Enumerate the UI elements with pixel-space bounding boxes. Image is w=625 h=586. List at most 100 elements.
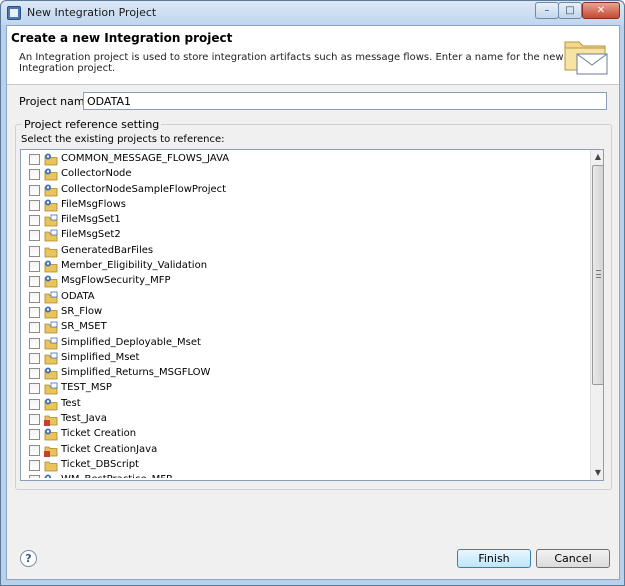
list-item-label: Simplified_Returns_MSGFLOW xyxy=(61,367,211,379)
list-item-label: Ticket_DBScript xyxy=(61,458,139,470)
reference-checkbox[interactable] xyxy=(29,429,40,441)
reference-checkbox[interactable] xyxy=(29,337,40,349)
reference-checkbox[interactable] xyxy=(29,199,40,211)
app-icon xyxy=(7,6,21,20)
list-item[interactable]: MsgFlowSecurity_MFP xyxy=(21,274,587,289)
reference-checkbox[interactable] xyxy=(29,261,40,273)
list-item[interactable]: FileMsgSet1 xyxy=(21,213,587,228)
scroll-down-arrow[interactable]: ▼ xyxy=(591,466,603,480)
list-item-label: Ticket CreationJava xyxy=(61,443,158,455)
reference-checkbox[interactable] xyxy=(29,230,40,242)
reference-checkbox[interactable] xyxy=(29,154,40,165)
wizard-header: Create a new Integration project An Inte… xyxy=(7,26,619,85)
integration-project-icon xyxy=(44,398,58,411)
envelope-folder-icon xyxy=(564,41,608,75)
java-project-icon xyxy=(44,446,58,457)
folder-icon xyxy=(44,247,58,258)
list-item[interactable]: Test xyxy=(21,397,587,412)
list-item-label: FileMsgFlows xyxy=(61,198,126,210)
message-set-project-icon xyxy=(44,321,58,334)
wizard-title: Create a new Integration project xyxy=(11,31,233,45)
list-item[interactable]: TEST_MSP xyxy=(21,381,587,396)
message-set-project-icon xyxy=(44,337,58,349)
reference-checkbox[interactable] xyxy=(29,444,40,456)
list-item[interactable]: Simplified_Deployable_Mset xyxy=(21,336,587,351)
list-item[interactable]: Simplified_Returns_MSGFLOW xyxy=(21,366,587,381)
list-item[interactable]: Simplified_Mset xyxy=(21,351,587,366)
list-item-label: Ticket Creation xyxy=(61,428,137,440)
list-item[interactable]: COMMON_MESSAGE_FLOWS_JAVA xyxy=(21,152,587,167)
reference-checkbox[interactable] xyxy=(29,368,40,380)
list-item[interactable]: ODATA xyxy=(21,290,587,305)
reference-checkbox[interactable] xyxy=(29,184,40,196)
project-reference-legend: Project reference setting xyxy=(22,118,162,131)
list-item-label: GeneratedBarFiles xyxy=(61,244,154,256)
project-reference-instruction: Select the existing projects to referenc… xyxy=(21,134,225,145)
reference-checkbox[interactable] xyxy=(29,383,40,395)
reference-checkbox[interactable] xyxy=(29,306,40,318)
reference-checkbox[interactable] xyxy=(29,459,40,471)
minimize-button[interactable]: – xyxy=(535,2,559,19)
list-item-label: SR_Flow xyxy=(61,305,103,317)
list-item-label: Member_Eligibility_Validation xyxy=(61,260,208,272)
reference-checkbox[interactable] xyxy=(29,322,40,334)
list-item-label: TEST_MSP xyxy=(61,382,112,394)
title-bar[interactable]: New Integration Project – □ ✕ xyxy=(1,1,624,25)
integration-project-icon xyxy=(44,199,58,212)
list-item[interactable]: CollectorNodeSampleFlowProject xyxy=(21,183,587,198)
list-item[interactable]: Ticket Creation xyxy=(21,427,587,442)
integration-project-icon xyxy=(44,184,58,196)
reference-checkbox[interactable] xyxy=(29,245,40,257)
list-item-label: Simplified_Deployable_Mset xyxy=(61,336,201,348)
integration-project-icon xyxy=(44,474,51,478)
list-item-label: Test xyxy=(61,397,81,409)
window-title: New Integration Project xyxy=(27,6,157,19)
list-item-label: CollectorNodeSampleFlowProject xyxy=(61,183,227,195)
reference-checkbox[interactable] xyxy=(29,169,40,181)
scroll-up-arrow[interactable]: ▲ xyxy=(591,150,603,164)
maximize-button[interactable]: □ xyxy=(558,2,582,19)
message-set-project-icon xyxy=(44,383,58,395)
project-name-input[interactable] xyxy=(83,92,607,110)
list-item-label: Simplified_Mset xyxy=(61,351,140,363)
reference-checkbox[interactable] xyxy=(29,276,40,288)
reference-checkbox[interactable] xyxy=(29,215,40,227)
list-item[interactable]: FileMsgFlows xyxy=(21,198,587,213)
list-item[interactable]: Member_Eligibility_Validation xyxy=(21,259,587,274)
list-item-label: CollectorNode xyxy=(61,168,132,180)
list-item-label: Test_Java xyxy=(61,413,107,425)
cancel-button[interactable]: Cancel xyxy=(536,549,610,568)
java-project-icon xyxy=(44,415,58,427)
list-item[interactable]: Test_Java xyxy=(21,412,587,427)
vertical-scrollbar[interactable]: ▲ ▼ xyxy=(590,150,603,480)
list-item[interactable]: FileMsgSet2 xyxy=(21,228,587,243)
integration-project-icon xyxy=(44,275,58,288)
finish-button[interactable]: Finish xyxy=(457,549,531,568)
message-set-project-icon xyxy=(44,230,58,242)
list-item[interactable]: SR_MSET xyxy=(21,320,587,335)
reference-checkbox[interactable] xyxy=(29,475,40,478)
reference-checkbox[interactable] xyxy=(29,291,40,303)
reference-checkbox[interactable] xyxy=(29,398,40,410)
project-reference-items: COMMON_MESSAGE_FLOWS_JAVA CollectorNode Co… xyxy=(21,152,587,478)
list-item-label: FileMsgSet1 xyxy=(61,214,121,226)
dialog-content: Create a new Integration project An Inte… xyxy=(6,25,620,580)
list-item[interactable]: SR_Flow xyxy=(21,305,587,320)
close-button[interactable]: ✕ xyxy=(582,2,620,19)
reference-checkbox[interactable] xyxy=(29,414,40,426)
list-item[interactable]: Ticket_DBScript xyxy=(21,458,587,473)
scroll-grip-icon xyxy=(596,270,601,278)
help-button[interactable]: ? xyxy=(20,550,37,567)
reference-checkbox[interactable] xyxy=(29,352,40,364)
scroll-thumb[interactable] xyxy=(592,165,603,385)
integration-project-icon xyxy=(44,260,58,273)
list-item[interactable]: GeneratedBarFiles xyxy=(21,244,587,259)
list-item[interactable]: CollectorNode xyxy=(21,167,587,182)
list-item[interactable]: Ticket CreationJava xyxy=(21,443,587,458)
integration-project-icon xyxy=(44,153,58,166)
list-item[interactable]: WM_BestPractice_MFP xyxy=(21,473,587,478)
project-reference-list[interactable]: COMMON_MESSAGE_FLOWS_JAVA CollectorNode Co… xyxy=(20,149,604,481)
message-set-project-icon xyxy=(44,214,58,227)
list-item-label: COMMON_MESSAGE_FLOWS_JAVA xyxy=(61,153,230,164)
message-set-project-icon xyxy=(44,352,58,365)
